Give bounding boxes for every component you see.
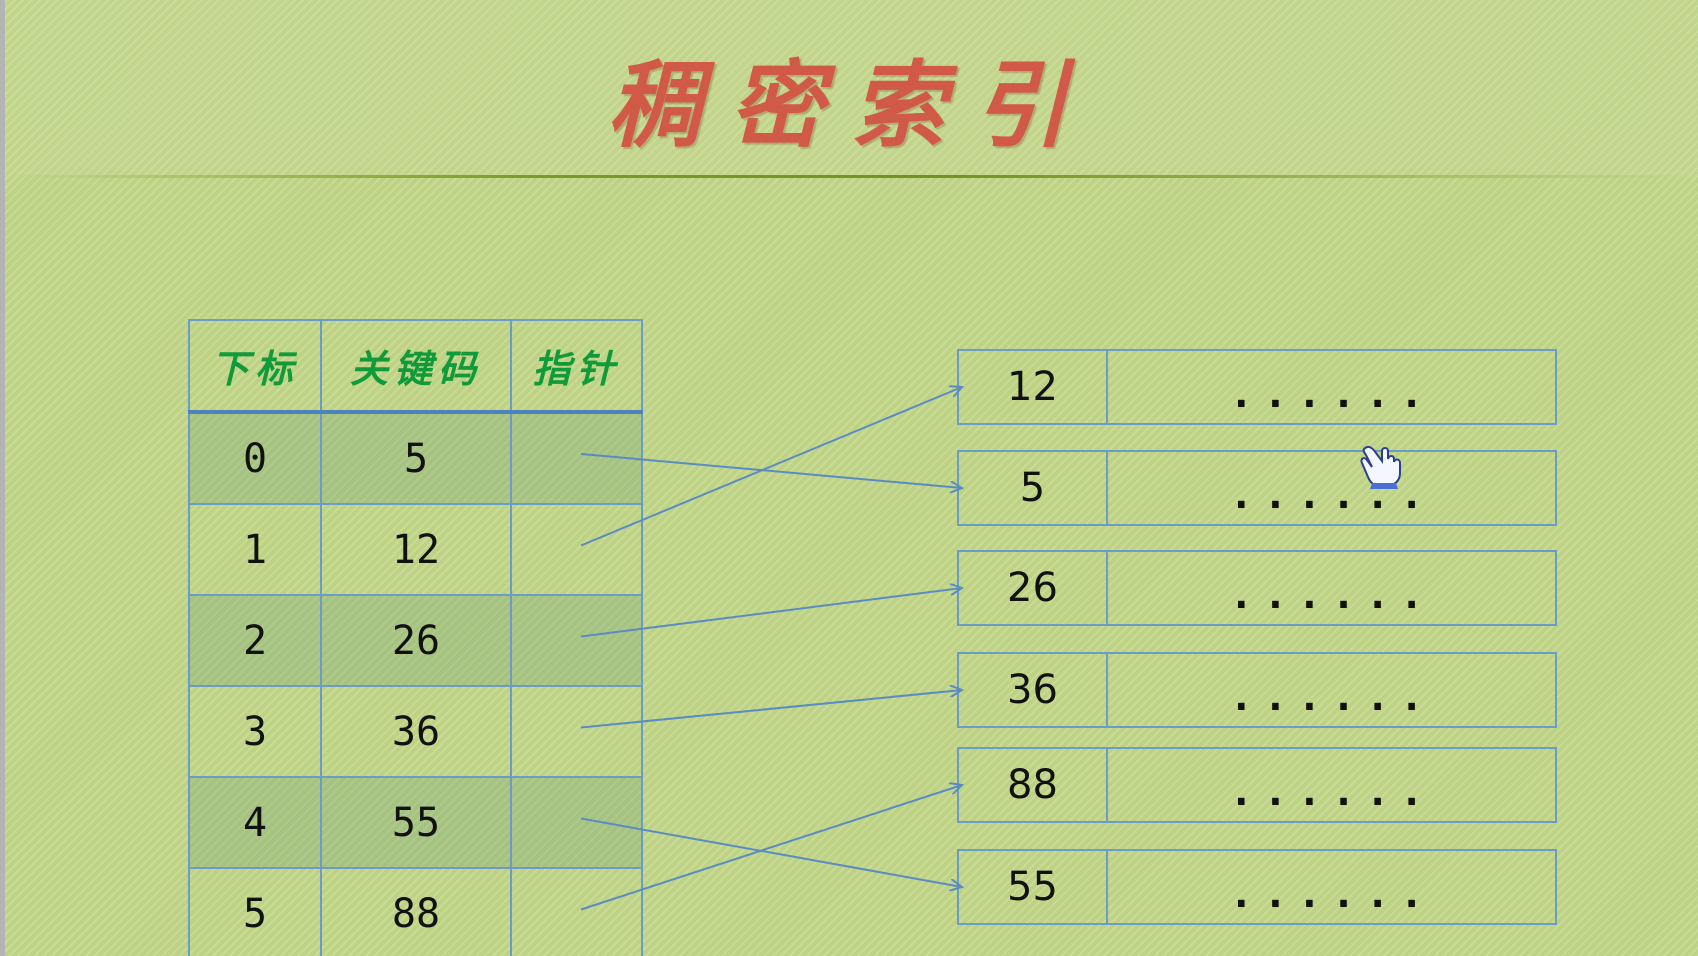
- slide: 稠密索引 下标 关键码 指针 0 5 1 12 2 26 3 36 4 55 5…: [0, 0, 1698, 956]
- table-row: 0 5: [188, 411, 643, 505]
- record-key: 88: [959, 749, 1108, 821]
- row-index: 5: [188, 867, 322, 956]
- header-index: 下标: [188, 319, 322, 414]
- record-data: ......: [1229, 871, 1434, 917]
- record-box: 12 ......: [957, 349, 1557, 425]
- header-key: 关键码: [320, 319, 512, 414]
- record-box: 88 ......: [957, 747, 1557, 823]
- record-box: 5 ......: [957, 450, 1557, 526]
- row-pointer: [510, 594, 643, 687]
- header-pointer: 指针: [510, 319, 643, 414]
- record-key: 36: [959, 654, 1108, 726]
- table-row: 5 88: [188, 867, 643, 956]
- row-pointer: [510, 503, 643, 596]
- row-pointer: [510, 776, 643, 869]
- row-key: 26: [320, 594, 512, 687]
- record-box: 36 ......: [957, 652, 1557, 728]
- record-key: 26: [959, 552, 1108, 624]
- row-key: 88: [320, 867, 512, 956]
- row-key: 55: [320, 776, 512, 869]
- row-key: 12: [320, 503, 512, 596]
- slide-title: 稠密索引: [607, 51, 1096, 161]
- row-index: 2: [188, 594, 322, 687]
- table-row: 2 26: [188, 594, 643, 687]
- row-key: 36: [320, 685, 512, 778]
- record-box: 26 ......: [957, 550, 1557, 626]
- record-box: 55 ......: [957, 849, 1557, 925]
- row-index: 1: [188, 503, 322, 596]
- index-table-header: 下标 关键码 指针: [188, 319, 643, 414]
- table-row: 1 12: [188, 503, 643, 596]
- row-pointer: [510, 411, 643, 505]
- row-index: 0: [188, 411, 322, 505]
- hand-pointer-icon: [1360, 445, 1401, 489]
- record-key: 5: [959, 452, 1108, 524]
- row-index: 3: [188, 685, 322, 778]
- record-data: ......: [1229, 769, 1434, 815]
- table-row: 4 55: [188, 776, 643, 869]
- record-data: ......: [1229, 371, 1434, 417]
- index-table: 下标 关键码 指针 0 5 1 12 2 26 3 36 4 55 5 88: [188, 319, 643, 956]
- row-key: 5: [320, 411, 512, 505]
- title-divider: [5, 175, 1698, 178]
- table-row: 3 36: [188, 685, 643, 778]
- record-key: 55: [959, 851, 1108, 923]
- record-data: ......: [1229, 674, 1434, 720]
- row-pointer: [510, 867, 643, 956]
- record-data: ......: [1229, 572, 1434, 618]
- record-data: ......: [1229, 472, 1434, 518]
- record-key: 12: [959, 351, 1108, 423]
- row-pointer: [510, 685, 643, 778]
- row-index: 4: [188, 776, 322, 869]
